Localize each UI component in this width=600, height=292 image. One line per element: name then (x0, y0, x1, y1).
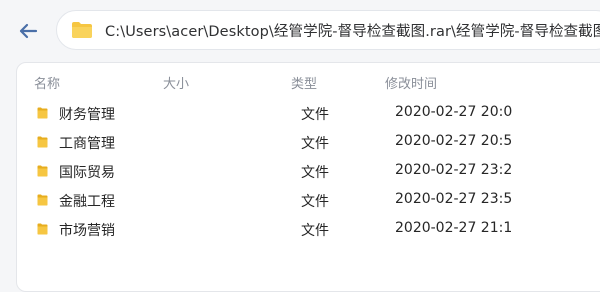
table-row[interactable]: 国际贸易 文件 2020-02-27 23:2 (17, 156, 600, 186)
column-header-size[interactable]: 大小 (163, 73, 189, 92)
arrow-left-icon (19, 23, 38, 39)
file-modified: 2020-02-27 23:2 (395, 162, 513, 178)
file-type: 文件 (301, 165, 329, 181)
file-type: 文件 (301, 107, 329, 123)
file-name: 国际贸易 (59, 165, 115, 181)
table-row[interactable]: 财务管理 文件 2020-02-27 20:0 (17, 98, 600, 128)
file-type: 文件 (301, 194, 329, 210)
file-list-panel: 名称 大小 类型 修改时间 财务管理 文件 2020-02-27 20:0 工商管理文… (16, 62, 600, 292)
file-type: 文件 (301, 223, 329, 239)
folder-icon (37, 194, 48, 206)
folder-icon (37, 136, 48, 148)
file-modified: 2020-02-27 20:5 (395, 133, 513, 149)
table-row[interactable]: 工商管理 文件 2020-02-27 20:5 (17, 127, 600, 157)
table-row[interactable]: 金融工程 文件 2020-02-27 23:5 (17, 185, 600, 215)
file-name: 金融工程 (59, 194, 115, 210)
path-text: C:\Users\acer\Desktop\经管学院-督导检查截图.rar\经管… (105, 23, 600, 40)
back-button[interactable] (14, 17, 42, 45)
table-row[interactable]: 市场营销 文件 2020-02-27 21:1 (17, 214, 600, 244)
file-name: 财务管理 (59, 107, 115, 123)
folder-icon (37, 223, 48, 235)
folder-icon (37, 165, 48, 177)
file-name: 工商管理 (59, 136, 115, 152)
folder-icon (37, 107, 48, 119)
path-bar[interactable]: C:\Users\acer\Desktop\经管学院-督导检查截图.rar\经管… (56, 10, 600, 50)
file-name: 市场营销 (59, 223, 115, 239)
column-header-name[interactable]: 名称 (34, 73, 60, 92)
file-modified: 2020-02-27 20:0 (395, 104, 513, 120)
file-type: 文件 (301, 136, 329, 152)
file-modified: 2020-02-27 21:1 (395, 220, 513, 236)
folder-icon (72, 22, 92, 38)
file-modified: 2020-02-27 23:5 (395, 191, 513, 207)
column-header-type[interactable]: 类型 (291, 73, 317, 92)
address-bar-area: C:\Users\acer\Desktop\经管学院-督导检查截图.rar\经管… (0, 0, 600, 62)
column-header-modified[interactable]: 修改时间 (385, 73, 437, 92)
